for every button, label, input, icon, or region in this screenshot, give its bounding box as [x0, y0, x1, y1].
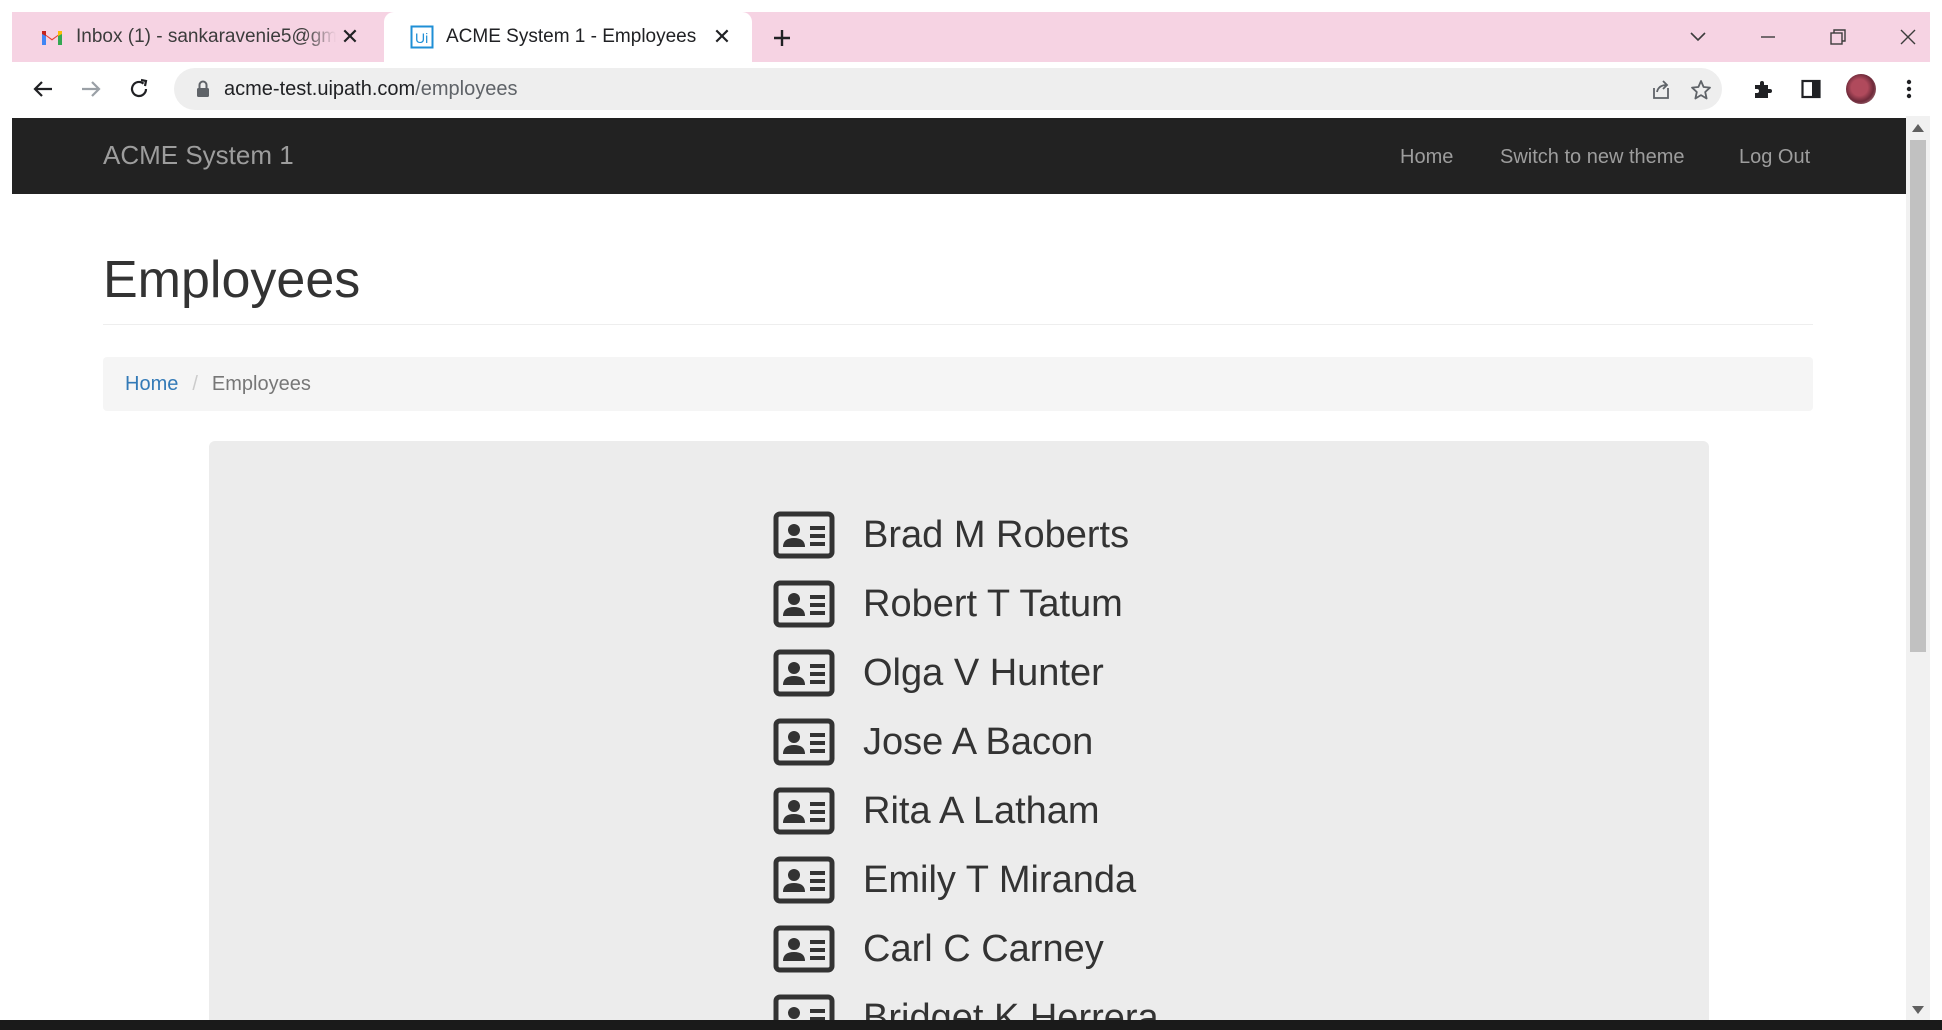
- breadcrumb-home-link[interactable]: Home: [125, 373, 178, 396]
- url-text: acme-test.uipath.com/employees: [224, 78, 517, 101]
- employee-panel: Brad M Roberts Robert T Tatum Olga V Hun…: [209, 441, 1709, 1020]
- restore-icon: [1830, 29, 1846, 45]
- nav-switch-theme-link[interactable]: Switch to new theme: [1500, 146, 1685, 169]
- employee-list-item[interactable]: Bridget K Herrera: [773, 992, 1159, 1020]
- new-tab-button[interactable]: [768, 24, 796, 52]
- page-title: Employees: [103, 251, 361, 309]
- plus-icon: [774, 30, 790, 46]
- profile-avatar[interactable]: [1846, 74, 1876, 104]
- employee-list-item[interactable]: Jose A Bacon: [773, 716, 1093, 768]
- employee-list-item[interactable]: Emily T Miranda: [773, 854, 1136, 906]
- title-divider: [103, 324, 1813, 325]
- side-panel-icon[interactable]: [1796, 74, 1826, 104]
- arrow-right-icon: [82, 81, 101, 97]
- tab-gmail-inbox[interactable]: Inbox (1) - sankaravenie5@gmail.com ✕: [12, 12, 380, 62]
- svg-text:Ui: Ui: [415, 30, 428, 46]
- employee-name: Bridget K Herrera: [863, 996, 1159, 1021]
- chevron-down-icon: [1690, 32, 1706, 42]
- tab-title: Inbox (1) - sankaravenie5@gmail.com: [76, 26, 336, 47]
- employee-list-item[interactable]: Olga V Hunter: [773, 647, 1104, 699]
- close-tab-icon[interactable]: ✕: [710, 24, 734, 49]
- id-card-icon: [773, 994, 835, 1020]
- employee-name: Emily T Miranda: [863, 858, 1137, 901]
- breadcrumb: Home / Employees: [103, 357, 1813, 411]
- tab-search-button[interactable]: [1684, 24, 1712, 50]
- close-window-button[interactable]: [1894, 24, 1922, 50]
- employee-name: Robert T Tatum: [863, 582, 1123, 625]
- tab-strip: Inbox (1) - sankaravenie5@gmail.com ✕ Ui…: [12, 12, 1930, 62]
- site-navbar: ACME System 1 Home Switch to new theme L…: [12, 118, 1906, 194]
- employee-list-item[interactable]: Robert T Tatum: [773, 578, 1123, 630]
- employee-list-item[interactable]: Rita A Latham: [773, 785, 1100, 837]
- page-viewport: ACME System 1 Home Switch to new theme L…: [12, 116, 1906, 1020]
- id-card-icon: [773, 511, 835, 559]
- forward-button[interactable]: [76, 74, 106, 104]
- employee-list-item[interactable]: Carl C Carney: [773, 923, 1104, 975]
- breadcrumb-separator: /: [192, 372, 198, 395]
- employee-name: Rita A Latham: [863, 789, 1100, 832]
- employee-name: Jose A Bacon: [863, 720, 1094, 763]
- restore-button[interactable]: [1824, 24, 1852, 50]
- employee-name: Brad M Roberts: [863, 513, 1130, 556]
- employee-name: Carl C Carney: [863, 927, 1104, 970]
- id-card-icon: [773, 580, 835, 628]
- browser-toolbar: acme-test.uipath.com/employees: [12, 62, 1930, 116]
- lock-icon: [196, 80, 210, 103]
- tab-acme-employees[interactable]: Ui ACME System 1 - Employees ✕: [384, 12, 752, 62]
- minimize-icon: [1761, 36, 1775, 38]
- uipath-icon: Ui: [410, 25, 434, 49]
- nav-logout-link[interactable]: Log Out: [1739, 146, 1810, 169]
- breadcrumb-current: Employees: [211, 372, 311, 395]
- arrow-left-icon: [33, 81, 52, 97]
- back-button[interactable]: [28, 74, 58, 104]
- reload-button[interactable]: [124, 74, 154, 104]
- close-icon: [1900, 29, 1916, 45]
- id-card-icon: [773, 718, 835, 766]
- employee-name: Olga V Hunter: [863, 651, 1104, 694]
- gmail-icon: [40, 25, 64, 49]
- bookmark-star-icon[interactable]: [1688, 77, 1714, 103]
- minimize-button[interactable]: [1754, 24, 1782, 50]
- share-icon[interactable]: [1648, 77, 1674, 103]
- id-card-icon: [773, 787, 835, 835]
- scroll-down-arrow-icon[interactable]: [1912, 1006, 1924, 1014]
- url-host: acme-test.uipath.com: [224, 77, 416, 100]
- tab-title: ACME System 1 - Employees: [446, 26, 697, 47]
- id-card-icon: [773, 649, 835, 697]
- window-bottom-edge: [0, 1020, 1942, 1030]
- reload-icon: [130, 78, 148, 98]
- id-card-icon: [773, 856, 835, 904]
- more-menu-icon[interactable]: [1894, 74, 1924, 104]
- scrollbar-thumb[interactable]: [1910, 140, 1926, 652]
- nav-home-link[interactable]: Home: [1400, 146, 1453, 169]
- url-path: /employees: [415, 77, 518, 100]
- scroll-up-arrow-icon[interactable]: [1912, 124, 1924, 132]
- employee-list-item[interactable]: Brad M Roberts: [773, 509, 1129, 561]
- id-card-icon: [773, 925, 835, 973]
- close-tab-icon[interactable]: ✕: [338, 24, 362, 49]
- vertical-scrollbar[interactable]: [1906, 116, 1930, 1020]
- window-frame: [0, 0, 12, 1030]
- extensions-puzzle-icon[interactable]: [1748, 74, 1778, 104]
- address-bar[interactable]: acme-test.uipath.com/employees: [174, 68, 1722, 110]
- site-brand[interactable]: ACME System 1: [103, 140, 294, 171]
